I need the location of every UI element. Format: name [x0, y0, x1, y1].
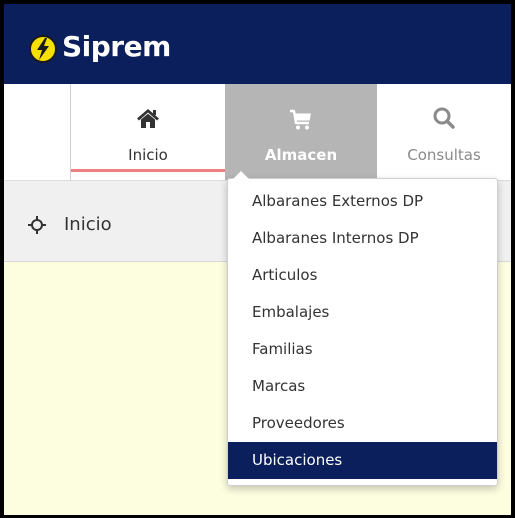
menu-item-embalajes[interactable]: Embalajes	[228, 294, 497, 331]
menu-item-ubicaciones[interactable]: Ubicaciones	[228, 442, 497, 479]
menu-item-articulos[interactable]: Articulos	[228, 257, 497, 294]
nav-item-consultas[interactable]: Consultas	[377, 84, 511, 180]
almacen-dropdown-menu: Albaranes Externos DP Albaranes Internos…	[227, 171, 498, 486]
nav-item-label: Consultas	[407, 146, 481, 164]
nav-item-inicio[interactable]: Inicio	[71, 84, 225, 180]
menu-item-proveedores[interactable]: Proveedores	[228, 405, 497, 442]
nav-item-label: Almacen	[264, 146, 338, 164]
nav-item-almacen[interactable]: Almacen	[225, 84, 377, 180]
nav-item-label: Inicio	[128, 146, 168, 164]
main-nav: Inicio Almacen Consultas	[4, 84, 511, 181]
menu-item-marcas[interactable]: Marcas	[228, 368, 497, 405]
lightning-coin-icon	[28, 34, 58, 64]
app-title[interactable]: Siprem	[62, 30, 171, 63]
app-window: Siprem Inicio Almacen Consultas Inicio A…	[4, 4, 511, 515]
cart-icon	[225, 106, 377, 132]
breadcrumb-label[interactable]: Inicio	[64, 214, 112, 235]
active-underline	[71, 169, 225, 172]
crosshair-icon	[28, 216, 46, 234]
home-icon	[71, 106, 225, 132]
menu-item-albaranes-internos[interactable]: Albaranes Internos DP	[228, 220, 497, 257]
search-icon	[377, 106, 511, 132]
menu-item-familias[interactable]: Familias	[228, 331, 497, 368]
dropdown-caret	[233, 171, 249, 179]
top-bar: Siprem	[4, 4, 511, 84]
menu-item-albaranes-externos[interactable]: Albaranes Externos DP	[228, 183, 497, 220]
